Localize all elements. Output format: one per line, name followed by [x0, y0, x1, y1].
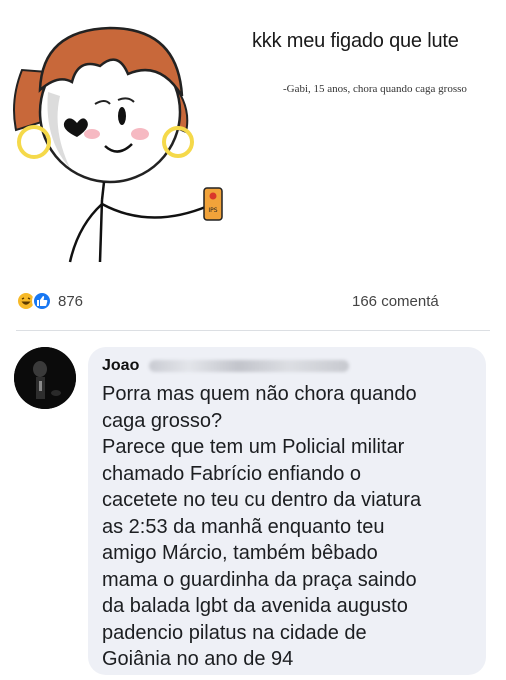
divider: [16, 330, 490, 331]
right-arm: [101, 202, 209, 219]
meme-title: kkk meu figado que lute: [252, 30, 459, 52]
meme-drawing: IPS: [13, 26, 223, 263]
left-arm: [68, 203, 103, 263]
reaction-count: 876: [58, 292, 84, 310]
post: IPS kkk meu figado que lute -Gabi, 15 an…: [0, 0, 506, 340]
avatar-image: [14, 347, 76, 409]
comments-count[interactable]: 166 comentá: [352, 293, 439, 310]
right-eye: [118, 107, 126, 125]
comment-line: cacetete no teu cu dentro da viatura: [102, 489, 422, 511]
comment-line: mama o guardinha da praça saindo: [102, 568, 417, 591]
meme-quote: -Gabi, 15 anos, chora quando caga grosso: [283, 83, 467, 95]
comment-text: Porra mas quem não chora quando caga gro…: [102, 381, 472, 673]
left-cheek: [84, 129, 100, 139]
comment-line: caga grosso?: [102, 409, 223, 432]
right-cheek: [131, 128, 149, 140]
avatar[interactable]: [14, 347, 76, 409]
body: [98, 199, 104, 263]
earring-left: [17, 125, 51, 159]
comment-line: Porra mas quem não chora quando: [102, 383, 417, 405]
like-icon: [32, 291, 52, 311]
reactions-summary[interactable]: 876: [16, 290, 83, 312]
blurred-name: [149, 360, 350, 372]
comment-line: as 2:53 da manhã enquanto teu: [102, 515, 385, 538]
comment-bubble: Joao Porra mas quem não chora quando cag…: [88, 347, 486, 675]
comment-line: Goiânia no ano de 94: [102, 648, 294, 670]
can-label: IPS: [208, 207, 217, 214]
comment-line: chamado Fabrício enfiando o: [102, 462, 362, 485]
comment-line: da balada lgbt da avenida augusto: [102, 595, 408, 617]
comment-line: padencio pilatus na cidade de: [102, 621, 367, 644]
comment-author[interactable]: Joao: [102, 357, 139, 375]
comment-line: Parece que tem um Policial militar: [102, 436, 405, 458]
comment-header: Joao: [102, 355, 472, 377]
neck: [100, 181, 106, 201]
comment-line: amigo Márcio, também bêbado: [102, 542, 378, 564]
